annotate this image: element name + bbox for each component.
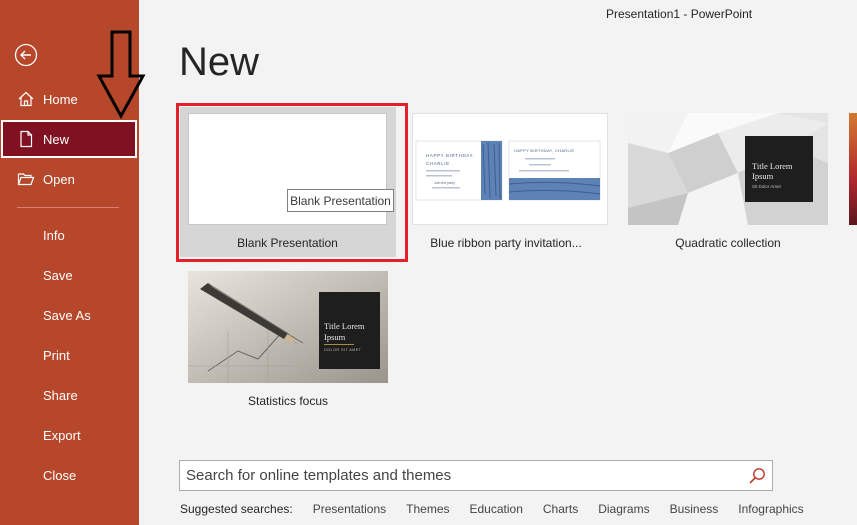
template-quadratic-thumbnail[interactable]: Title Lorem Ipsum Sit Dolor Amet	[628, 113, 828, 225]
preview-text: CHARLIE	[426, 161, 450, 166]
tooltip: Blank Presentation	[287, 189, 394, 212]
back-arrow-icon[interactable]	[14, 43, 38, 67]
sidebar-item-label: Share	[43, 387, 78, 403]
folder-open-icon	[17, 173, 35, 186]
sidebar-item-close[interactable]: Close	[0, 456, 139, 494]
suggestion-business[interactable]: Business	[670, 502, 719, 516]
sidebar-item-label: Save As	[43, 307, 91, 323]
window-title: Presentation1 - PowerPoint	[606, 7, 753, 21]
preview-text: HAPPY BIRTHDAY, CHARLIE	[514, 148, 574, 153]
suggestion-diagrams[interactable]: Diagrams	[598, 502, 649, 516]
template-label[interactable]: Blue ribbon party invitation...	[406, 236, 606, 250]
annotation-down-arrow-icon	[96, 30, 146, 120]
sidebar-item-label: Home	[43, 91, 78, 107]
template-blue-ribbon-thumbnail[interactable]: HAPPY BIRTHDAY, CHARLIE Join the party H…	[412, 113, 608, 225]
suggestion-themes[interactable]: Themes	[406, 502, 449, 516]
sidebar-item-save[interactable]: Save	[0, 256, 139, 294]
page-title: New	[179, 40, 260, 84]
sidebar-item-label: Print	[43, 347, 70, 363]
search-icon[interactable]	[748, 467, 766, 485]
quadratic-preview: Title Lorem Ipsum Sit Dolor Amet	[628, 113, 828, 225]
search-input[interactable]	[186, 461, 736, 490]
sidebar-item-export[interactable]: Export	[0, 416, 139, 454]
sidebar-item-label: Export	[43, 427, 81, 443]
sidebar-item-label: Open	[43, 171, 75, 187]
sidebar-item-label: New	[43, 131, 70, 147]
sidebar-item-open[interactable]: Open	[0, 160, 139, 198]
preview-text: Join the party	[434, 181, 455, 185]
preview-title: Title Lorem	[752, 161, 793, 171]
suggestion-presentations[interactable]: Presentations	[313, 502, 386, 516]
sidebar-item-label: Save	[43, 267, 73, 283]
sidebar-item-share[interactable]: Share	[0, 376, 139, 414]
suggested-searches-label: Suggested searches:	[180, 502, 293, 516]
template-statistics-thumbnail[interactable]: Title Lorem Ipsum DOLOR SIT AMET	[188, 271, 388, 383]
preview-sub: Sit Dolor Amet	[752, 184, 782, 189]
template-search-box[interactable]	[179, 460, 773, 491]
sidebar-item-save-as[interactable]: Save As	[0, 296, 139, 334]
new-document-icon	[20, 130, 33, 148]
template-partial-thumbnail[interactable]	[849, 113, 857, 225]
sidebar-divider	[17, 207, 119, 208]
statistics-preview: Title Lorem Ipsum DOLOR SIT AMET	[188, 271, 388, 383]
preview-sub: DOLOR SIT AMET	[324, 348, 362, 352]
sidebar-item-print[interactable]: Print	[0, 336, 139, 374]
template-label[interactable]: Blank Presentation	[188, 236, 387, 250]
suggestion-education[interactable]: Education	[470, 502, 523, 516]
template-label[interactable]: Quadratic collection	[628, 236, 828, 250]
suggestion-infographics[interactable]: Infographics	[738, 502, 803, 516]
preview-title: Title Lorem	[324, 321, 365, 331]
home-icon	[18, 91, 34, 107]
sidebar-item-label: Close	[43, 467, 77, 483]
sidebar-item-info[interactable]: Info	[0, 216, 139, 254]
sidebar-item-label: Info	[43, 227, 65, 243]
suggested-searches: Suggested searches: Presentations Themes…	[180, 502, 824, 516]
preview-title: Ipsum	[752, 171, 774, 181]
blue-ribbon-preview: HAPPY BIRTHDAY, CHARLIE Join the party H…	[415, 140, 601, 201]
suggestion-charts[interactable]: Charts	[543, 502, 578, 516]
template-label[interactable]: Statistics focus	[188, 394, 388, 408]
preview-text: HAPPY BIRTHDAY,	[426, 153, 474, 158]
sidebar-item-new[interactable]: New	[1, 120, 137, 158]
preview-title: Ipsum	[324, 332, 346, 342]
